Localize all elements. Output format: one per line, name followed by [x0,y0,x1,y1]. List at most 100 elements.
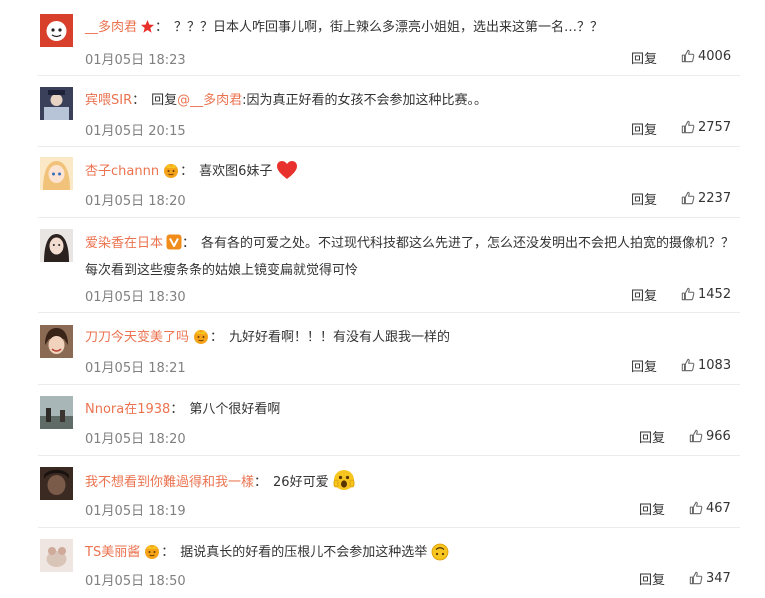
avatar[interactable] [40,229,73,262]
comment-time: 01月05日 18:19 [85,504,186,519]
comment-time: 01月05日 18:23 [85,53,186,68]
colon: ： [182,236,196,251]
like-button[interactable]: 2757 [681,120,731,135]
comment-body: 26好可爱 [273,475,329,490]
like-button[interactable]: 966 [689,429,731,444]
reply-button[interactable]: 回复 [639,499,665,518]
comment-text-line: 爱染香在日本：各有各的可爱之处。不过现代科技都这么先进了，怎么还没发明出不会把人… [85,232,735,283]
mention-link[interactable]: @__多肉君 [177,93,242,108]
colon: ： [210,330,224,345]
colon: ： [170,402,184,417]
like-count: 1452 [698,287,732,302]
divider [38,384,740,385]
comment-body: 九好好看啊！！！有没有人跟我一样的 [229,330,451,345]
reply-button[interactable]: 回复 [631,48,657,67]
avatar[interactable] [40,467,73,500]
like-count: 1083 [698,358,732,373]
avatar-image [40,14,73,47]
avatar-image [40,325,73,358]
comment-text-line: 我不想看到你難過得和我一樣： 26好可爱 [85,469,735,500]
comment-time: 01月05日 18:20 [85,432,186,447]
comment-body: 第八个很好看啊 [189,402,281,417]
comment-text-line: Nnora在1938： 第八个很好看啊 [85,398,735,422]
comment-body: ？？？日本人咋回事儿啊，街上辣么多漂亮小姐姐，选出来这第一名…？？ [174,20,604,35]
crown-badge-icon[interactable] [162,162,180,187]
comment-time: 01月05日 18:50 [85,574,186,589]
reply-button[interactable]: 回复 [631,189,657,208]
avatar[interactable] [40,87,73,120]
verified-v-badge-icon[interactable] [166,234,182,259]
colon: ： [161,545,175,560]
thumbs-up-icon [681,120,695,134]
avatar-image [40,539,73,572]
reply-button[interactable]: 回复 [631,285,657,304]
reply-button[interactable]: 回复 [631,356,657,375]
colon: ： [132,93,146,108]
avatar[interactable] [40,325,73,358]
colon: ： [254,475,268,490]
username-link[interactable]: 杏子channn [85,164,159,179]
reply-button[interactable]: 回复 [639,427,665,446]
upside-down-face-icon [431,543,449,570]
avatar-image [40,157,73,190]
divider [38,527,740,528]
like-count: 347 [706,571,731,586]
star-badge-icon[interactable] [140,19,155,43]
comment-text-line: TS美丽酱 ： 据说真长的好看的压根儿不会参加这种选举 [85,541,735,570]
username-link[interactable]: TS美丽酱 [85,545,140,560]
comment-text-line: 刀刀今天变美了吗 ： 九好好看啊！！！有没有人跟我一样的 [85,326,735,353]
avatar-image [40,87,73,120]
like-count: 4006 [698,49,732,64]
avatar[interactable] [40,539,73,572]
divider [38,217,740,218]
comment-text-line: 杏子channn ： 喜欢图6妹子 [85,160,735,189]
reply-button[interactable]: 回复 [639,569,665,588]
comment-time: 01月05日 18:21 [85,361,186,376]
reply-button[interactable]: 回复 [631,119,657,138]
crown-badge-icon[interactable] [143,543,161,568]
avatar-image [40,396,73,429]
crown-badge-icon[interactable] [192,328,210,353]
colon: ： [155,20,169,35]
thumbs-up-icon [689,571,703,585]
like-count: 2757 [698,120,732,135]
avatar[interactable] [40,14,73,47]
comment-time: 01月05日 20:15 [85,124,186,139]
username-link[interactable]: 宾喂SIR [85,93,132,108]
comment-text-line: 宾喂SIR： 回复@__多肉君:因为真正好看的女孩不会参加这种比赛。。 [85,89,735,113]
like-button[interactable]: 347 [689,571,731,586]
reply-prefix: 回复 [151,93,178,108]
like-button[interactable]: 1452 [681,287,731,302]
comment-time: 01月05日 18:20 [85,194,186,209]
avatar[interactable] [40,157,73,190]
like-button[interactable]: 4006 [681,49,731,64]
divider [38,455,740,456]
avatar-image [40,467,73,500]
thumbs-up-icon [689,501,703,515]
username-link[interactable]: 刀刀今天变美了吗 [85,330,189,345]
comment-text-line: __多肉君 ： ？？？日本人咋回事儿啊，街上辣么多漂亮小姐姐，选出来这第一名…？？ [85,16,735,43]
like-button[interactable]: 1083 [681,358,731,373]
like-button[interactable]: 467 [689,501,731,516]
username-link[interactable]: Nnora在1938 [85,402,170,417]
username-link[interactable]: 爱染香在日本 [85,236,163,251]
divider [38,146,740,147]
thumbs-up-icon [681,287,695,301]
avatar-image [40,229,73,262]
like-count: 966 [706,429,731,444]
comment-body: :因为真正好看的女孩不会参加这种比赛。。 [242,93,488,108]
thumbs-up-icon [689,429,703,443]
surprised-face-icon [333,469,355,500]
divider [38,312,740,313]
username-link[interactable]: 我不想看到你難過得和我一樣 [85,475,254,490]
comment-body: 据说真长的好看的压根儿不会参加这种选举 [180,545,428,560]
colon: ： [180,164,194,179]
username-link[interactable]: __多肉君 [85,20,137,35]
comment-body: 喜欢图6妹子 [199,164,273,179]
divider [38,75,740,76]
like-button[interactable]: 2237 [681,191,731,206]
like-count: 2237 [698,191,732,206]
thumbs-up-icon [681,358,695,372]
avatar[interactable] [40,396,73,429]
heart-icon [276,160,298,189]
